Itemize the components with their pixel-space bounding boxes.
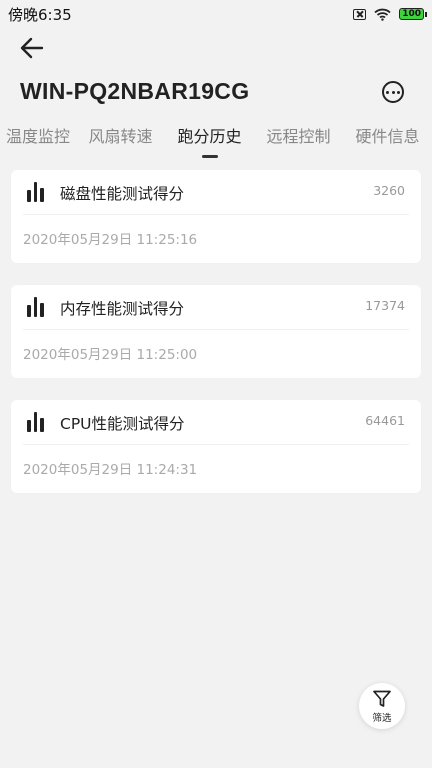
device-title: WIN-PQ2NBAR19CG: [20, 78, 250, 104]
tab-benchmark-history[interactable]: 跑分历史: [165, 124, 254, 160]
tab-fan-speed[interactable]: 风扇转速: [76, 124, 165, 160]
record-score: 17374: [365, 298, 405, 313]
arrow-left-icon: [20, 37, 44, 59]
card-divider: [23, 444, 409, 445]
card-divider: [23, 329, 409, 330]
record-title: 内存性能测试得分: [60, 300, 185, 318]
no-sim-icon: [353, 8, 367, 20]
benchmark-record-card[interactable]: 磁盘性能测试得分 3260 2020年05月29日 11:25:16: [11, 170, 421, 263]
filter-funnel-icon: [373, 690, 391, 707]
record-time: 2020年05月29日 11:25:00: [23, 347, 198, 363]
more-dot-icon: [397, 90, 400, 94]
record-time: 2020年05月29日 11:24:31: [23, 462, 198, 478]
back-button[interactable]: [18, 34, 46, 62]
status-bar: 傍晚6:35 100: [0, 0, 432, 28]
card-header: CPU性能测试得分 64461: [11, 400, 421, 444]
tab-remote-control[interactable]: 远程控制: [254, 124, 343, 160]
status-time: 傍晚6:35: [8, 5, 72, 24]
record-score: 64461: [365, 413, 405, 428]
tab-hardware-info[interactable]: 硬件信息: [343, 124, 432, 160]
tab-bar: 温度监控 风扇转速 跑分历史 远程控制 硬件信息: [0, 124, 432, 160]
record-time: 2020年05月29日 11:25:16: [23, 232, 198, 248]
more-dot-icon: [386, 90, 389, 94]
card-divider: [23, 214, 409, 215]
record-title: CPU性能测试得分: [60, 415, 185, 433]
record-title: 磁盘性能测试得分: [60, 185, 185, 203]
filter-button[interactable]: 筛选: [359, 683, 405, 729]
filter-label: 筛选: [372, 712, 392, 724]
card-header: 内存性能测试得分 17374: [11, 285, 421, 329]
card-header: 磁盘性能测试得分 3260: [11, 170, 421, 214]
more-dot-icon: [391, 90, 395, 94]
bar-chart-icon: [27, 182, 45, 202]
benchmark-record-card[interactable]: 内存性能测试得分 17374 2020年05月29日 11:25:00: [11, 285, 421, 378]
tab-temperature-monitor[interactable]: 温度监控: [0, 124, 76, 160]
battery-icon: 100: [399, 8, 427, 20]
benchmark-list: 磁盘性能测试得分 3260 2020年05月29日 11:25:16 内存性能测…: [11, 170, 421, 515]
status-icons: 100: [353, 8, 427, 21]
benchmark-record-card[interactable]: CPU性能测试得分 64461 2020年05月29日 11:24:31: [11, 400, 421, 493]
record-score: 3260: [373, 183, 405, 198]
bar-chart-icon: [27, 412, 45, 432]
bar-chart-icon: [27, 297, 45, 317]
wifi-icon: [374, 8, 391, 21]
more-options-button[interactable]: [382, 81, 404, 103]
